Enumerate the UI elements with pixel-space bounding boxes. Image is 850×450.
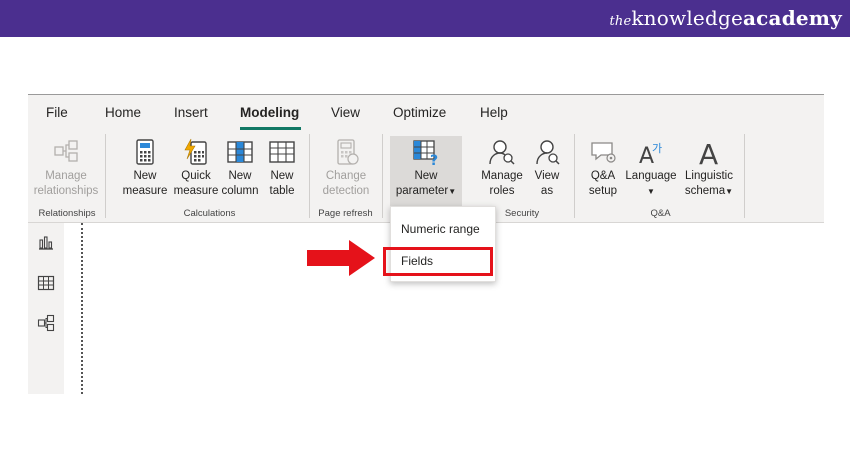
relationships-icon (54, 140, 78, 162)
report-view-icon[interactable] (37, 233, 55, 251)
brand-part1: knowledge (631, 6, 743, 30)
tab-insert[interactable]: Insert (174, 105, 208, 120)
svg-text:?: ? (430, 153, 438, 166)
language-button[interactable]: A 가 Language ▼ (624, 136, 678, 202)
manage-relationships-button[interactable]: Manage relationships (30, 136, 102, 202)
model-view-icon[interactable] (37, 314, 55, 332)
language-chevron-down-icon: ▼ (647, 187, 655, 196)
calculator-icon (136, 139, 154, 165)
manage-relationships-label-2: relationships (33, 185, 99, 197)
group-label-relationships: Relationships (38, 208, 96, 219)
quick-measure-icon (184, 138, 207, 165)
linguistic-schema-button[interactable]: A Linguistic schema▼ (680, 136, 738, 202)
change-detection-label-2: detection (322, 185, 370, 197)
tab-home[interactable]: Home (105, 105, 141, 120)
group-label-page-refresh: Page refresh (318, 208, 373, 219)
change-detection-label-1: Change (325, 170, 367, 182)
svg-text:가: 가 (652, 142, 662, 155)
brand-part2: academy (743, 6, 842, 30)
linguistic-schema-label-1: Linguistic (685, 170, 733, 182)
group-separator (574, 134, 575, 218)
linguistic-schema-label-2: schema (684, 185, 726, 197)
new-parameter-label-2-wrap: parameter▼ (390, 184, 462, 199)
new-table-icon (269, 141, 295, 163)
group-separator (309, 134, 310, 218)
brand-logo: theknowledgeacademy (609, 6, 842, 30)
new-measure-label-1: New (133, 170, 157, 182)
group-separator (382, 134, 383, 218)
view-as-button[interactable]: View as (528, 136, 566, 202)
new-column-label-2: column (221, 185, 259, 197)
new-table-label-1: New (270, 170, 294, 182)
new-column-button[interactable]: New column (220, 136, 260, 202)
tab-modeling[interactable]: Modeling (240, 105, 299, 120)
language-label: Language (625, 170, 677, 182)
quick-measure-label-1: Quick (181, 170, 211, 182)
group-separator (744, 134, 745, 218)
tab-help[interactable]: Help (480, 105, 508, 120)
quick-measure-button[interactable]: Quick measure (173, 136, 219, 202)
new-parameter-icon: ? (413, 140, 438, 166)
manage-roles-button[interactable]: Manage roles (479, 136, 525, 202)
group-label-calculations: Calculations (183, 208, 236, 219)
header-band: theknowledgeacademy (0, 0, 850, 37)
qa-setup-label-2: setup (588, 185, 618, 197)
new-parameter-button[interactable]: ? New parameter▼ (390, 136, 462, 206)
chevron-down-icon: ▼ (725, 187, 734, 196)
qa-setup-icon (591, 142, 616, 163)
group-separator (105, 134, 106, 218)
canvas-edge-dotted-line (81, 223, 83, 394)
qa-setup-label-1: Q&A (590, 170, 616, 182)
new-measure-label-2: measure (122, 185, 168, 197)
red-arrow-icon (307, 240, 375, 276)
new-parameter-label-2: parameter (395, 185, 449, 197)
new-parameter-label-1: New (414, 170, 438, 182)
tab-optimize[interactable]: Optimize (393, 105, 446, 120)
manage-roles-label-2: roles (489, 185, 515, 197)
data-view-icon[interactable] (37, 274, 55, 292)
view-switcher-rail (28, 223, 64, 394)
qa-setup-button[interactable]: Q&A setup (583, 136, 623, 202)
change-detection-icon (337, 139, 359, 165)
chevron-down-icon: ▼ (448, 187, 457, 196)
powerbi-window: File Home Insert Modeling View Optimize … (28, 94, 824, 394)
new-table-button[interactable]: New table (263, 136, 301, 202)
linguistic-schema-icon: A (699, 138, 718, 166)
new-measure-button[interactable]: New measure (118, 136, 172, 202)
view-as-icon (536, 140, 560, 165)
fields-highlight-box (383, 247, 493, 276)
change-detection-button[interactable]: Change detection (316, 136, 376, 202)
language-icon: A 가 (639, 142, 662, 166)
tab-file[interactable]: File (46, 105, 68, 120)
manage-roles-icon (489, 140, 515, 165)
menu-item-numeric-range[interactable]: Numeric range (401, 222, 480, 236)
svg-text:A: A (699, 138, 718, 166)
group-label-qa: Q&A (650, 208, 671, 219)
view-as-label-1: View (534, 170, 560, 182)
linguistic-schema-label-2-wrap: schema▼ (680, 184, 738, 199)
new-column-label-1: New (228, 170, 252, 182)
view-as-label-2: as (540, 185, 554, 197)
manage-roles-label-1: Manage (481, 170, 523, 182)
tab-view[interactable]: View (331, 105, 360, 120)
quick-measure-label-2: measure (173, 185, 219, 197)
new-column-icon (227, 141, 253, 163)
menu-bar: File Home Insert Modeling View Optimize … (28, 94, 824, 131)
brand-prefix: the (609, 14, 632, 29)
new-table-label-2: table (269, 185, 295, 197)
manage-relationships-label-1: Manage (45, 170, 87, 182)
